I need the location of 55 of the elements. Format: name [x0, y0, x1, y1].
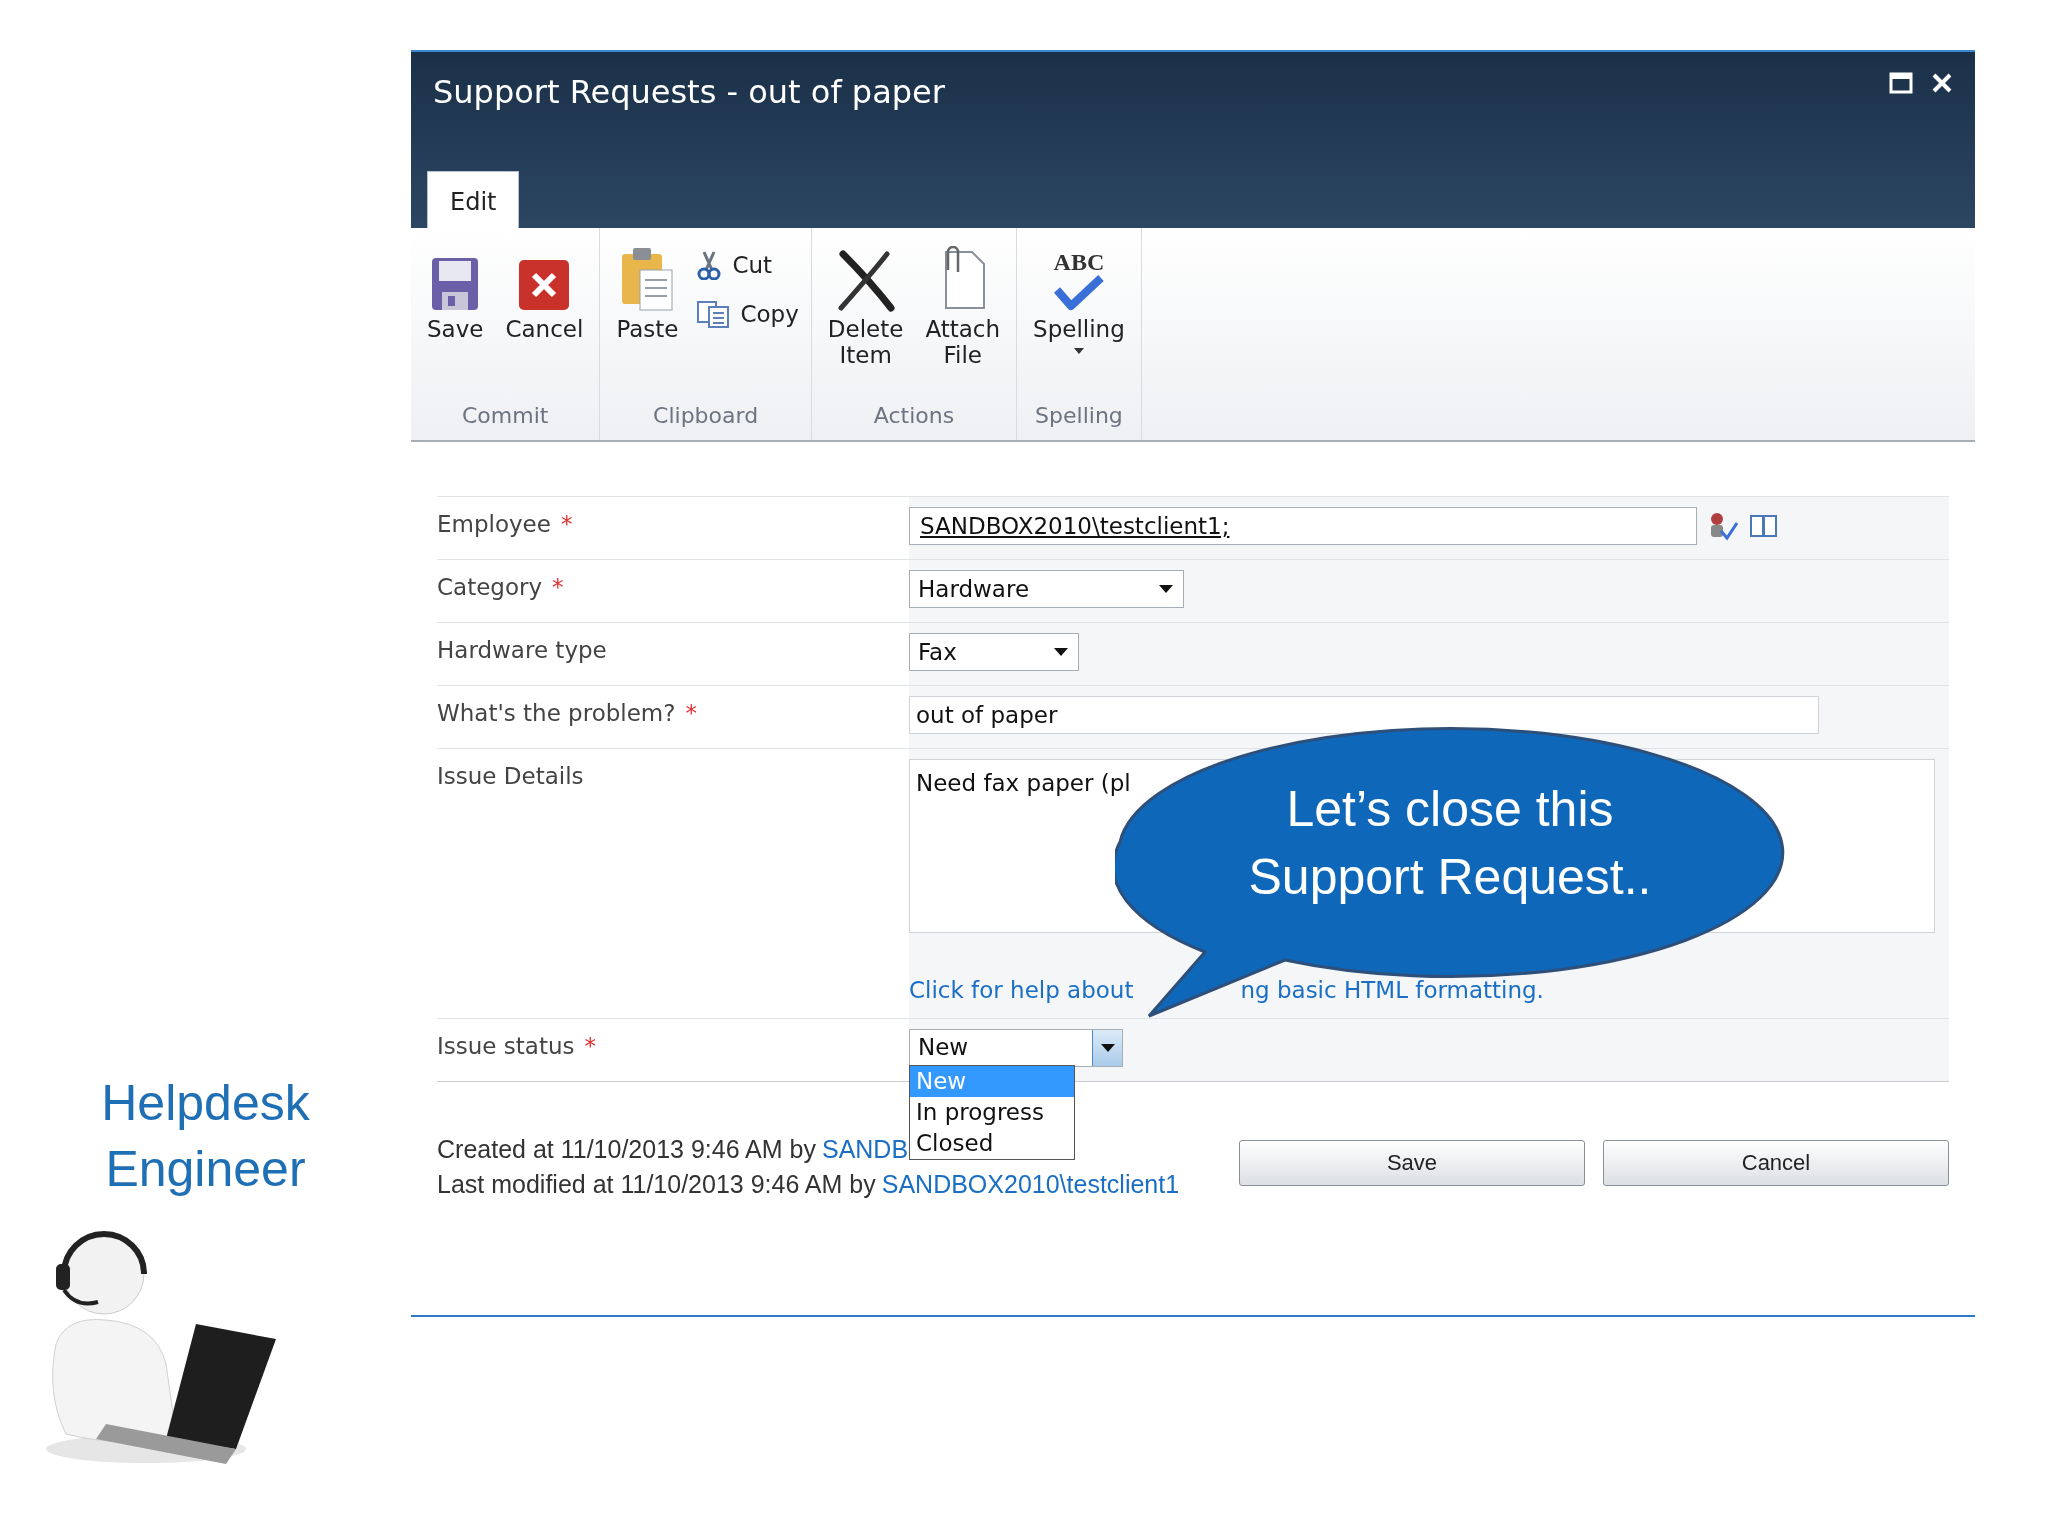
form-button[interactable]: Cancel — [1603, 1139, 1949, 1186]
ribbon-button[interactable]: Cancel — [497, 240, 592, 342]
form-button[interactable]: Save — [1239, 1139, 1585, 1186]
abc-label: ABC — [1053, 250, 1105, 274]
group-label: Clipboard — [652, 402, 760, 430]
people-picker-field[interactable]: SANDBOX2010\testclient1; — [909, 507, 1697, 545]
help-link[interactable]: Click for help about — [909, 973, 1134, 1008]
caret-icon — [1100, 1043, 1115, 1052]
dropdown-field[interactable]: Hardware — [909, 570, 1184, 608]
dropdown-field[interactable]: New — [909, 1028, 1123, 1067]
address-book-icon[interactable] — [1749, 513, 1779, 539]
help-link[interactable]: ng basic HTML formatting. — [1240, 973, 1544, 1008]
field-label: Issue status — [437, 1031, 575, 1061]
ribbon-button[interactable]: Paste — [608, 240, 687, 342]
group-label: Spelling — [1034, 402, 1124, 430]
copy-icon — [696, 299, 731, 328]
x-mark-icon — [836, 250, 895, 312]
required-marker: * — [552, 573, 564, 602]
ribbon-button[interactable]: Attach File — [917, 240, 1009, 368]
caret-icon — [1073, 348, 1084, 354]
required-marker: * — [560, 510, 573, 539]
field-label: Category — [437, 573, 543, 602]
field-label: Hardware type — [437, 636, 607, 665]
window-title: Support Requests - out of paper — [433, 72, 945, 113]
created-text: Created at 11/10/2013 9:46 AM by — [437, 1133, 816, 1165]
group-label: Commit — [461, 402, 550, 430]
cancel-icon — [517, 258, 572, 312]
checkmark-icon — [1052, 274, 1105, 312]
required-marker: * — [685, 699, 697, 728]
caret-icon — [1159, 585, 1173, 593]
modified-text: Last modified at 11/10/2013 9:46 AM by — [437, 1168, 876, 1200]
field-label: What's the problem? — [437, 699, 676, 728]
dropdown-option[interactable]: Closed — [910, 1127, 1074, 1159]
clipboard-icon — [620, 246, 675, 312]
ribbon-button[interactable]: ABC Spelling — [1025, 240, 1133, 354]
caret-icon — [1054, 648, 1068, 656]
user-link[interactable]: SANDB — [821, 1131, 909, 1167]
required-marker: * — [584, 1031, 596, 1061]
text-field[interactable]: out of paper — [909, 696, 1819, 734]
field-label: Issue Details — [437, 762, 584, 791]
ribbon-tab[interactable]: Edit — [427, 171, 520, 228]
maximize-icon[interactable] — [1889, 72, 1913, 94]
ribbon-button[interactable]: Cut — [692, 248, 803, 283]
callout-text: Let’s close this Support Request.. — [1247, 780, 1653, 907]
ribbon-button[interactable]: Save — [419, 240, 492, 342]
group-label: Actions — [872, 402, 956, 430]
dropdown-option[interactable]: In progress — [910, 1096, 1074, 1128]
dropdown-field[interactable]: Fax — [909, 633, 1079, 671]
caption: Helpdesk Engineer — [101, 1074, 310, 1199]
field-label: Employee — [437, 510, 551, 539]
close-icon[interactable] — [1931, 72, 1953, 94]
user-link[interactable]: SANDBOX2010\testclient1 — [881, 1166, 1180, 1202]
ribbon-button[interactable]: Copy — [692, 296, 803, 331]
ribbon-button[interactable]: Delete Item — [819, 240, 912, 368]
scissors-icon — [696, 250, 723, 281]
